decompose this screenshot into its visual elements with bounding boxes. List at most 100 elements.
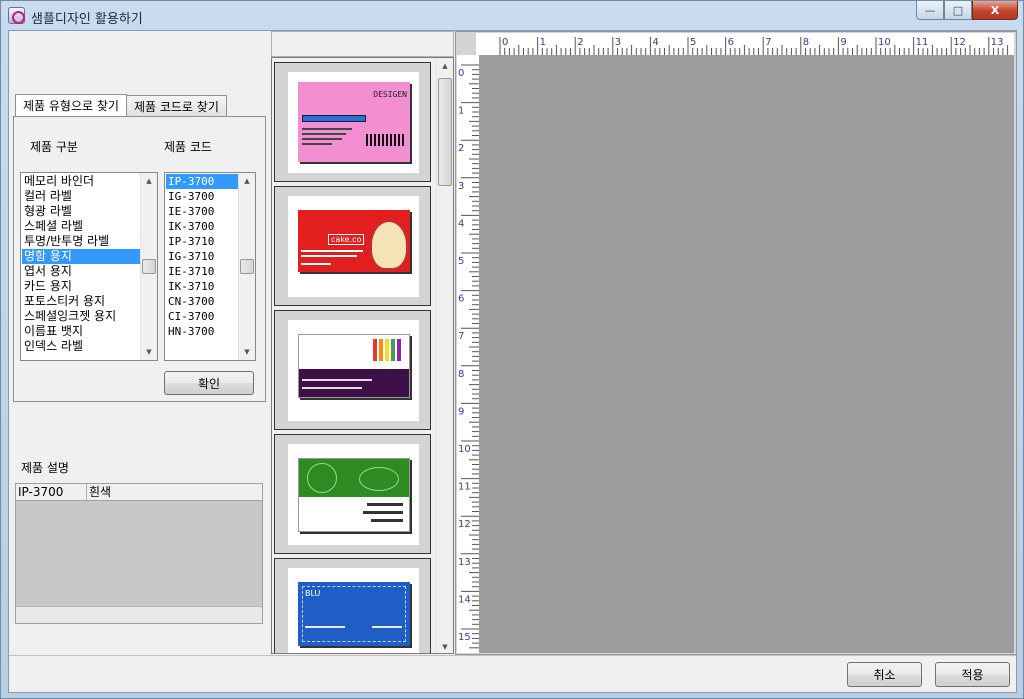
ruler-label: 5 <box>690 37 696 48</box>
scroll-down-icon[interactable]: ▼ <box>239 344 255 360</box>
design-thumbnail-4[interactable] <box>274 434 431 554</box>
scroll-up-icon[interactable]: ▲ <box>239 173 255 189</box>
ruler-label: 3 <box>615 37 621 48</box>
ruler-label: 1 <box>540 37 546 48</box>
ruler-label: 8 <box>458 369 464 380</box>
ruler-label: 9 <box>840 37 846 48</box>
design-canvas[interactable] <box>479 55 1014 653</box>
ruler-label: 0 <box>502 37 508 48</box>
scroll-up-icon[interactable]: ▲ <box>141 173 157 189</box>
ruler-label: 12 <box>458 519 471 530</box>
code-list-item[interactable]: IG-3700 <box>166 189 238 204</box>
card-title: BLU <box>305 589 321 598</box>
ruler-label: 7 <box>765 37 771 48</box>
ruler-label: 3 <box>458 181 464 192</box>
card-preview <box>298 334 410 398</box>
ruler-label: 6 <box>728 37 734 48</box>
category-label: 제품 구분 <box>30 140 78 154</box>
code-list-item[interactable]: IE-3700 <box>166 204 238 219</box>
ruler-label: 2 <box>577 37 583 48</box>
design-canvas-area: 0 1 2 3 4 5 6 7 8 9 10 11 12 13 0 1 2 3 4 5 6 7 8 9 10 11 12 13 14 1… <box>455 31 1017 655</box>
card-preview: BLU <box>298 582 410 646</box>
tab-find-by-type[interactable]: 제품 유형으로 찾기 <box>15 94 127 116</box>
category-list-item[interactable]: 카드 용지 <box>22 279 140 294</box>
ruler-label: 0 <box>458 68 464 79</box>
ruler-label: 9 <box>458 406 464 417</box>
category-list-item[interactable]: 인덱스 라벨 <box>22 339 140 354</box>
code-list-item[interactable]: IP-3710 <box>166 234 238 249</box>
description-label: 제품 설명 <box>21 461 69 475</box>
card-title: DESIGEN <box>373 90 407 99</box>
scroll-down-icon[interactable]: ▼ <box>437 639 453 653</box>
category-list-item[interactable]: 스페셜잉크젯 용지 <box>22 309 140 324</box>
category-list-item[interactable]: 스페셜 라벨 <box>22 219 140 234</box>
close-button[interactable]: X <box>972 1 1018 20</box>
app-icon <box>8 7 25 24</box>
scroll-thumb[interactable] <box>240 259 254 274</box>
scroll-thumb[interactable] <box>142 259 156 274</box>
code-list-item[interactable]: IG-3710 <box>166 249 238 264</box>
ruler-label: 10 <box>458 444 471 455</box>
ruler-label: 14 <box>458 594 471 605</box>
category-list-item[interactable]: 이름표 뱃지 <box>22 324 140 339</box>
cancel-button[interactable]: 취소 <box>847 662 922 687</box>
card-preview: cake.co <box>298 210 410 272</box>
ruler-label: 1 <box>458 106 464 117</box>
design-thumbnail-1[interactable]: DESIGEN <box>274 62 431 182</box>
ruler-label: 7 <box>458 331 464 342</box>
maximize-button[interactable]: □ <box>944 1 972 20</box>
ruler-label: 2 <box>458 143 464 154</box>
ruler-label: 10 <box>878 37 891 48</box>
category-list-item[interactable]: 투명/반투명 라벨 <box>22 234 140 249</box>
category-list-item[interactable]: 명함 용지 <box>22 249 140 264</box>
footer-bar: 취소 적용 <box>9 655 1016 692</box>
ruler-label: 13 <box>991 37 1004 48</box>
code-list-item[interactable]: IK-3710 <box>166 279 238 294</box>
thumbnail-list[interactable]: DESIGEN cake.co BLU ▲ ▼ <box>271 57 454 654</box>
dialog-client: 제품 유형으로 찾기 제품 코드로 찾기 제품 구분 제품 코드 메모리 바인더… <box>8 30 1017 693</box>
code-list-item[interactable]: IP-3700 <box>166 174 238 189</box>
ruler-label: 12 <box>953 37 966 48</box>
cake-icon <box>370 220 408 270</box>
code-label: 제품 코드 <box>164 140 212 154</box>
category-list-item[interactable]: 형광 라벨 <box>22 204 140 219</box>
design-thumbnail-3[interactable] <box>274 310 431 430</box>
minimize-button[interactable]: — <box>916 1 944 20</box>
category-list-item[interactable]: 엽서 용지 <box>22 264 140 279</box>
category-list-item[interactable]: 포토스티커 용지 <box>22 294 140 309</box>
code-list-item[interactable]: IK-3700 <box>166 219 238 234</box>
card-preview <box>298 458 410 532</box>
description-table: IP-3700 흰색 <box>15 483 263 624</box>
code-list-item[interactable]: CN-3700 <box>166 294 238 309</box>
description-code: IP-3700 <box>16 484 87 500</box>
category-listbox[interactable]: 메모리 바인더 컬러 라벨 형광 라벨 스페셜 라벨 투명/반투명 라벨 명함 용지 엽서 … <box>20 172 158 361</box>
code-scrollbar[interactable]: ▲ ▼ <box>238 173 255 360</box>
ruler-label: 15 <box>458 632 471 643</box>
code-list-item[interactable]: IE-3710 <box>166 264 238 279</box>
ruler-label: 4 <box>458 218 464 229</box>
ruler-label: 5 <box>458 256 464 267</box>
design-thumbnail-5[interactable]: BLU <box>274 558 431 653</box>
ruler-label: 8 <box>803 37 809 48</box>
code-listbox[interactable]: IP-3700 IG-3700 IE-3700 IK-3700 IP-3710 IG-37… <box>164 172 256 361</box>
category-list-item[interactable]: 메모리 바인더 <box>22 174 140 189</box>
code-list-item[interactable]: CI-3700 <box>166 309 238 324</box>
pencils-icon <box>373 339 401 361</box>
category-list-item[interactable]: 컬러 라벨 <box>22 189 140 204</box>
app-window: 샘플디자인 활용하기 — □ X 제품 유형으로 찾기 제품 코드로 찾기 제품… <box>0 0 1024 699</box>
code-list-item[interactable]: HN-3700 <box>166 324 238 339</box>
thumbnail-header <box>271 31 454 57</box>
horizontal-ruler: 0 1 2 3 4 5 6 7 8 9 10 11 12 13 <box>476 33 1014 55</box>
scroll-thumb[interactable] <box>438 78 452 186</box>
ruler-label: 13 <box>458 557 471 568</box>
design-thumbnail-2[interactable]: cake.co <box>274 186 431 306</box>
thumbnail-scrollbar[interactable]: ▲ ▼ <box>436 58 453 653</box>
confirm-button[interactable]: 확인 <box>164 371 254 395</box>
scroll-up-icon[interactable]: ▲ <box>437 58 453 74</box>
ruler-label: 11 <box>458 482 471 493</box>
category-scrollbar[interactable]: ▲ ▼ <box>140 173 157 360</box>
title-bar[interactable]: 샘플디자인 활용하기 — □ X <box>1 1 1023 31</box>
scroll-down-icon[interactable]: ▼ <box>141 344 157 360</box>
apply-button[interactable]: 적용 <box>935 662 1010 687</box>
tab-find-by-code[interactable]: 제품 코드로 찾기 <box>125 95 227 116</box>
